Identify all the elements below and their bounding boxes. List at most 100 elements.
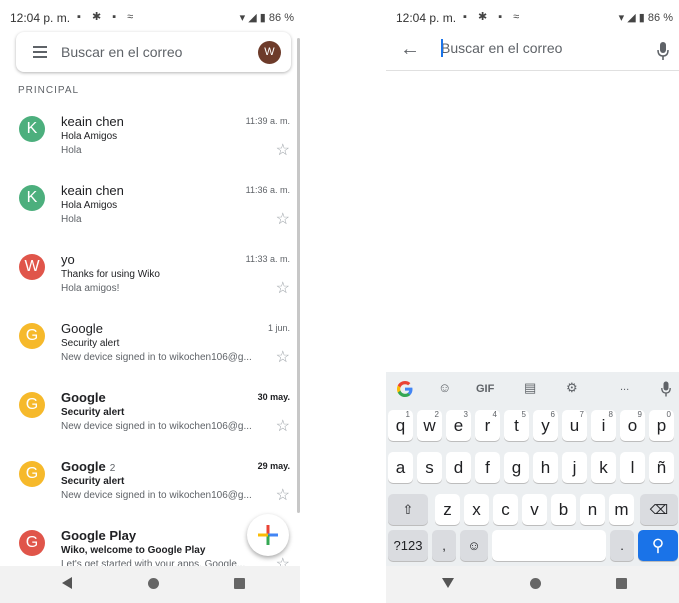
sender-avatar[interactable]: K bbox=[19, 116, 45, 142]
keyboard-mic-icon[interactable] bbox=[661, 381, 671, 397]
sender-avatar[interactable]: K bbox=[19, 185, 45, 211]
email-sender-name: yo bbox=[61, 252, 75, 267]
search-input[interactable] bbox=[441, 38, 631, 58]
star-icon[interactable]: ☆ bbox=[276, 209, 290, 229]
recents-icon[interactable] bbox=[616, 578, 627, 589]
google-g-icon[interactable] bbox=[396, 380, 414, 398]
key-t-label: t bbox=[514, 416, 519, 435]
battery-icon: ▮ bbox=[259, 12, 266, 24]
search-toolbar: ← bbox=[386, 32, 679, 71]
email-row[interactable]: Kkeain chen 11:36 a. m. Hola Amigos Hola ☆ bbox=[0, 183, 300, 251]
gif-button[interactable]: GIF bbox=[476, 383, 494, 395]
hide-keyboard-icon[interactable] bbox=[442, 578, 454, 588]
recents-icon[interactable] bbox=[234, 578, 245, 589]
search-bar[interactable]: Buscar en el correo W bbox=[16, 32, 291, 72]
comma-key[interactable]: , bbox=[432, 530, 456, 561]
key-f[interactable]: f bbox=[475, 452, 500, 483]
email-sender: Google 2 bbox=[61, 459, 115, 474]
symbols-key[interactable]: ?123 bbox=[388, 530, 428, 561]
key-h-label: h bbox=[540, 458, 551, 477]
scrollbar[interactable] bbox=[297, 38, 300, 513]
key-r-label: r bbox=[484, 416, 491, 435]
status-time: 12:04 p. m. bbox=[10, 11, 71, 25]
key-e[interactable]: e3 bbox=[446, 410, 471, 441]
key-o-label: o bbox=[627, 416, 638, 435]
key-y-label: y bbox=[541, 416, 550, 435]
thread-count: 2 bbox=[109, 463, 116, 474]
clipboard-icon[interactable]: ▤ bbox=[524, 380, 536, 396]
key-a[interactable]: a bbox=[388, 452, 413, 483]
key-o[interactable]: o9 bbox=[620, 410, 645, 441]
home-icon[interactable] bbox=[530, 578, 541, 589]
sticker-icon[interactable]: ☺ bbox=[438, 380, 451, 395]
key-q-label: q bbox=[395, 416, 406, 435]
search-key[interactable]: ⚲ bbox=[638, 530, 678, 561]
key-d[interactable]: d bbox=[446, 452, 471, 483]
key-x[interactable]: x bbox=[464, 494, 489, 525]
sender-avatar[interactable]: G bbox=[19, 530, 45, 556]
key-t[interactable]: t5 bbox=[504, 410, 529, 441]
key-k[interactable]: k bbox=[591, 452, 616, 483]
account-avatar[interactable]: W bbox=[258, 41, 281, 64]
key-n[interactable]: n bbox=[580, 494, 605, 525]
key-hint: 6 bbox=[550, 410, 555, 419]
email-sender-name: keain chen bbox=[61, 183, 124, 198]
email-row[interactable]: Wyo 11:33 a. m. Thanks for using Wiko Hola … bbox=[0, 252, 300, 320]
back-icon[interactable] bbox=[62, 577, 72, 589]
sender-avatar[interactable]: G bbox=[19, 323, 45, 349]
key-l[interactable]: l bbox=[620, 452, 645, 483]
signal-icon: ◢ bbox=[627, 12, 636, 24]
email-row[interactable]: G Google 30 may. Security alert New device s… bbox=[0, 390, 300, 458]
menu-icon[interactable] bbox=[33, 46, 47, 58]
key-ñ[interactable]: ñ bbox=[649, 452, 674, 483]
key-m[interactable]: m bbox=[609, 494, 634, 525]
settings-gear-icon[interactable]: ⚙ bbox=[566, 380, 578, 396]
key-s[interactable]: s bbox=[417, 452, 442, 483]
star-icon[interactable]: ☆ bbox=[276, 140, 290, 160]
key-l-label: l bbox=[630, 458, 635, 477]
star-icon[interactable]: ☆ bbox=[276, 485, 290, 505]
key-b[interactable]: b bbox=[551, 494, 576, 525]
key-r[interactable]: r4 bbox=[475, 410, 500, 441]
key-p[interactable]: p0 bbox=[649, 410, 674, 441]
email-row[interactable]: Kkeain chen 11:39 a. m. Hola Amigos Hola ☆ bbox=[0, 114, 300, 182]
backspace-key[interactable]: ⌫ bbox=[640, 494, 678, 525]
search-placeholder[interactable]: Buscar en el correo bbox=[61, 44, 182, 60]
email-subject: Security alert bbox=[61, 476, 125, 487]
home-icon[interactable] bbox=[148, 578, 159, 589]
comma-key-label: , bbox=[442, 538, 446, 553]
shift-key[interactable]: ⇧ bbox=[388, 494, 428, 525]
email-snippet: New device signed in to wikochen106@g... bbox=[61, 352, 252, 363]
more-options-icon[interactable]: ... bbox=[620, 381, 629, 393]
sender-avatar[interactable]: W bbox=[19, 254, 45, 280]
sender-avatar[interactable]: G bbox=[19, 461, 45, 487]
key-ñ-label: ñ bbox=[656, 458, 667, 477]
star-icon[interactable]: ☆ bbox=[276, 347, 290, 367]
key-c-label: c bbox=[501, 500, 510, 519]
key-g[interactable]: g bbox=[504, 452, 529, 483]
key-q[interactable]: q1 bbox=[388, 410, 413, 441]
back-arrow-icon[interactable]: ← bbox=[400, 38, 420, 61]
email-row[interactable]: G Google 1 jun. Security alert New device si… bbox=[0, 321, 300, 389]
star-icon[interactable]: ☆ bbox=[276, 278, 290, 298]
key-s-label: s bbox=[425, 458, 434, 477]
space-key[interactable] bbox=[492, 530, 606, 561]
status-right: ▾ ◢ ▮ 86 % bbox=[240, 11, 294, 24]
sender-avatar[interactable]: G bbox=[19, 392, 45, 418]
key-c[interactable]: c bbox=[493, 494, 518, 525]
key-z[interactable]: z bbox=[435, 494, 460, 525]
key-u[interactable]: u7 bbox=[562, 410, 587, 441]
emoji-key[interactable]: ☺ bbox=[460, 530, 488, 561]
key-v[interactable]: v bbox=[522, 494, 547, 525]
key-y[interactable]: y6 bbox=[533, 410, 558, 441]
email-sender-name: Google bbox=[61, 459, 106, 474]
key-j[interactable]: j bbox=[562, 452, 587, 483]
key-w[interactable]: w2 bbox=[417, 410, 442, 441]
key-i[interactable]: i8 bbox=[591, 410, 616, 441]
compose-button[interactable] bbox=[247, 514, 289, 556]
key-f-label: f bbox=[485, 458, 490, 477]
period-key[interactable]: . bbox=[610, 530, 634, 561]
key-h[interactable]: h bbox=[533, 452, 558, 483]
star-icon[interactable]: ☆ bbox=[276, 416, 290, 436]
microphone-icon[interactable] bbox=[657, 41, 669, 61]
